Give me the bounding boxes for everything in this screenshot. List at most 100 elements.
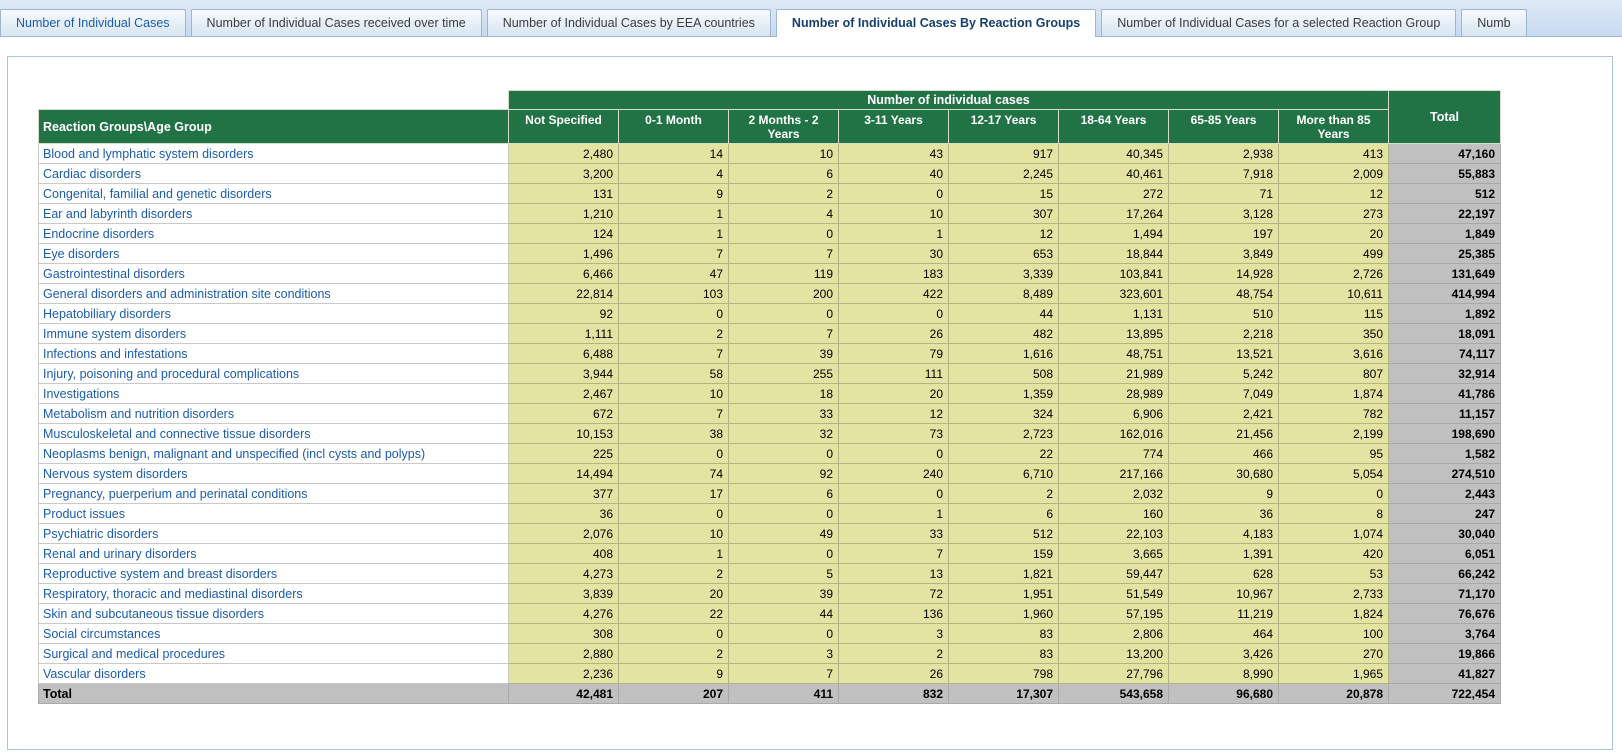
reaction-group-row: Social circumstances308003832,8064641003… xyxy=(39,624,1501,644)
row-total-cell: 41,827 xyxy=(1389,664,1501,684)
reaction-group-label[interactable]: Neoplasms benign, malignant and unspecif… xyxy=(39,444,509,464)
case-count-cell: 0 xyxy=(729,304,839,324)
case-count-cell: 807 xyxy=(1279,364,1389,384)
reaction-group-label[interactable]: Blood and lymphatic system disorders xyxy=(39,144,509,164)
reaction-group-label[interactable]: Respiratory, thoracic and mediastinal di… xyxy=(39,584,509,604)
reaction-group-label[interactable]: Cardiac disorders xyxy=(39,164,509,184)
column-total-cell: 411 xyxy=(729,684,839,704)
case-count-cell: 2,733 xyxy=(1279,584,1389,604)
case-count-cell: 2,218 xyxy=(1169,324,1279,344)
reaction-group-label[interactable]: Reproductive system and breast disorders xyxy=(39,564,509,584)
reaction-group-label[interactable]: Investigations xyxy=(39,384,509,404)
case-count-cell: 12 xyxy=(839,404,949,424)
row-total-cell: 55,883 xyxy=(1389,164,1501,184)
case-count-cell: 2,726 xyxy=(1279,264,1389,284)
reaction-group-row: Metabolism and nutrition disorders672733… xyxy=(39,404,1501,424)
case-count-cell: 22 xyxy=(619,604,729,624)
reaction-group-row: Neoplasms benign, malignant and unspecif… xyxy=(39,444,1501,464)
case-count-cell: 0 xyxy=(729,544,839,564)
row-total-cell: 19,866 xyxy=(1389,644,1501,664)
case-count-cell: 10,967 xyxy=(1169,584,1279,604)
case-count-cell: 17,264 xyxy=(1059,204,1169,224)
age-column-header: 18-64 Years xyxy=(1059,110,1169,144)
case-count-cell: 14,928 xyxy=(1169,264,1279,284)
dashboard-tab-5[interactable]: Number of Individual Cases for a selecte… xyxy=(1101,9,1456,36)
case-count-cell: 1,359 xyxy=(949,384,1059,404)
case-count-cell: 13 xyxy=(839,564,949,584)
dashboard-tab-6[interactable]: Numb xyxy=(1461,9,1526,36)
reaction-group-label[interactable]: Social circumstances xyxy=(39,624,509,644)
reaction-group-label[interactable]: General disorders and administration sit… xyxy=(39,284,509,304)
case-count-cell: 159 xyxy=(949,544,1059,564)
reaction-groups-pivot-table: Number of individual cases Total Reactio… xyxy=(38,90,1501,704)
case-count-cell: 53 xyxy=(1279,564,1389,584)
case-count-cell: 653 xyxy=(949,244,1059,264)
case-count-cell: 7 xyxy=(619,244,729,264)
case-count-cell: 0 xyxy=(729,624,839,644)
row-total-cell: 2,443 xyxy=(1389,484,1501,504)
case-count-cell: 72 xyxy=(839,584,949,604)
row-total-cell: 198,690 xyxy=(1389,424,1501,444)
reaction-group-label[interactable]: Eye disorders xyxy=(39,244,509,264)
case-count-cell: 482 xyxy=(949,324,1059,344)
reaction-group-row: Product issues360016160368247 xyxy=(39,504,1501,524)
dashboard-tab-3[interactable]: Number of Individual Cases by EEA countr… xyxy=(487,9,771,36)
case-count-cell: 7 xyxy=(839,544,949,564)
reaction-group-label[interactable]: Vascular disorders xyxy=(39,664,509,684)
case-count-cell: 27,796 xyxy=(1059,664,1169,684)
case-count-cell: 270 xyxy=(1279,644,1389,664)
reaction-group-label[interactable]: Musculoskeletal and connective tissue di… xyxy=(39,424,509,444)
case-count-cell: 917 xyxy=(949,144,1059,164)
row-total-cell: 3,764 xyxy=(1389,624,1501,644)
reaction-group-row: Endocrine disorders124101121,494197201,8… xyxy=(39,224,1501,244)
reaction-group-label[interactable]: Pregnancy, puerperium and perinatal cond… xyxy=(39,484,509,504)
row-total-cell: 11,157 xyxy=(1389,404,1501,424)
reaction-group-row: Psychiatric disorders2,07610493351222,10… xyxy=(39,524,1501,544)
reaction-group-label[interactable]: Infections and infestations xyxy=(39,344,509,364)
reaction-group-label[interactable]: Nervous system disorders xyxy=(39,464,509,484)
reaction-group-label[interactable]: Skin and subcutaneous tissue disorders xyxy=(39,604,509,624)
case-count-cell: 5,054 xyxy=(1279,464,1389,484)
reaction-group-label[interactable]: Hepatobiliary disorders xyxy=(39,304,509,324)
reaction-group-label[interactable]: Gastrointestinal disorders xyxy=(39,264,509,284)
dashboard-tab-1[interactable]: Number of Individual Cases xyxy=(0,9,186,36)
case-count-cell: 2 xyxy=(839,644,949,664)
case-count-cell: 3,849 xyxy=(1169,244,1279,264)
reaction-group-label[interactable]: Injury, poisoning and procedural complic… xyxy=(39,364,509,384)
reaction-group-label[interactable]: Endocrine disorders xyxy=(39,224,509,244)
column-total-cell: 207 xyxy=(619,684,729,704)
reaction-group-label[interactable]: Product issues xyxy=(39,504,509,524)
case-count-cell: 36 xyxy=(1169,504,1279,524)
case-count-cell: 44 xyxy=(729,604,839,624)
age-column-header: More than 85 Years xyxy=(1279,110,1389,144)
case-count-cell: 10,611 xyxy=(1279,284,1389,304)
case-count-cell: 48,751 xyxy=(1059,344,1169,364)
reaction-group-label[interactable]: Renal and urinary disorders xyxy=(39,544,509,564)
case-count-cell: 5 xyxy=(729,564,839,584)
case-count-cell: 350 xyxy=(1279,324,1389,344)
reaction-group-label[interactable]: Ear and labyrinth disorders xyxy=(39,204,509,224)
reaction-group-label[interactable]: Immune system disorders xyxy=(39,324,509,344)
case-count-cell: 0 xyxy=(619,444,729,464)
case-count-cell: 1 xyxy=(619,544,729,564)
case-count-cell: 33 xyxy=(729,404,839,424)
case-count-cell: 6 xyxy=(729,164,839,184)
case-count-cell: 0 xyxy=(839,304,949,324)
case-count-cell: 58 xyxy=(619,364,729,384)
reaction-group-label[interactable]: Congenital, familial and genetic disorde… xyxy=(39,184,509,204)
case-count-cell: 8,489 xyxy=(949,284,1059,304)
case-count-cell: 40,345 xyxy=(1059,144,1169,164)
row-total-cell: 1,849 xyxy=(1389,224,1501,244)
case-count-cell: 13,521 xyxy=(1169,344,1279,364)
case-count-cell: 2 xyxy=(619,644,729,664)
dashboard-tab-4[interactable]: Number of Individual Cases By Reaction G… xyxy=(776,9,1096,37)
case-count-cell: 6,710 xyxy=(949,464,1059,484)
report-panel: Number of individual cases Total Reactio… xyxy=(7,56,1613,750)
dashboard-tab-2[interactable]: Number of Individual Cases received over… xyxy=(191,9,482,36)
reaction-group-label[interactable]: Psychiatric disorders xyxy=(39,524,509,544)
reaction-group-label[interactable]: Metabolism and nutrition disorders xyxy=(39,404,509,424)
reaction-group-label[interactable]: Surgical and medical procedures xyxy=(39,644,509,664)
case-count-cell: 71 xyxy=(1169,184,1279,204)
case-count-cell: 2 xyxy=(949,484,1059,504)
case-count-cell: 2 xyxy=(619,564,729,584)
